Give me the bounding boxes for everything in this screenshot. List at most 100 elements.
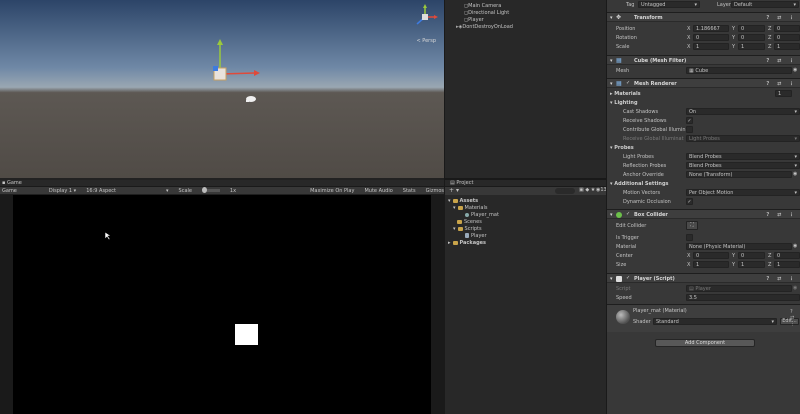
rotation-z-field[interactable]: 0 — [774, 34, 800, 41]
box-collider-header[interactable]: ▾ ✓ Box Collider ? ⇄ ⋮ — [607, 209, 800, 219]
enabled-checkbox[interactable]: ✓ — [626, 276, 631, 281]
expand-arrow-icon[interactable]: ▸ — [448, 240, 451, 246]
receive-gi-dropdown[interactable]: Light Probes ▾ — [686, 135, 800, 142]
scale-slider[interactable] — [201, 187, 220, 193]
component-controls[interactable]: ? ⇄ ⋮ — [766, 58, 797, 64]
light-icon[interactable] — [244, 94, 258, 104]
additional-settings-foldout[interactable]: ▾ Additional Settings — [610, 181, 669, 187]
materials-row[interactable]: ▸ Materials 1 — [607, 90, 800, 98]
transform-header[interactable]: ▾ ✥ Transform ? ⇄ ⋮ — [607, 12, 800, 22]
player-script-header[interactable]: ▾ ✓ Player (Script) ? ⇄ ⋮ — [607, 273, 800, 283]
foldout-arrow-icon[interactable]: ▾ — [610, 212, 613, 218]
component-controls[interactable]: ? ⇄ ⋮ — [766, 81, 797, 87]
edit-collider-button[interactable]: ⛶ — [686, 221, 698, 230]
shader-dropdown[interactable]: Standard ▾ — [653, 318, 777, 325]
maximize-on-play-toggle[interactable]: Maximize On Play — [310, 188, 354, 194]
component-controls[interactable]: ? ⇄ ⋮ — [766, 276, 797, 282]
speed-field[interactable]: 3.5 — [686, 294, 800, 301]
light-probes-dropdown[interactable]: Blend Probes ▾ — [686, 153, 800, 160]
center-z-field[interactable]: 0 — [774, 252, 800, 259]
size-x-field[interactable]: 1 — [693, 261, 729, 268]
enabled-checkbox[interactable]: ✓ — [626, 212, 631, 217]
anchor-override-field[interactable]: None (Transform) — [686, 171, 792, 178]
gizmos-dropdown[interactable]: Gizmos — [426, 188, 444, 194]
hierarchy-item-dontdestroyonload[interactable]: ▸ ◈ DontDestroyOnLoad — [445, 23, 605, 30]
materials-foldout[interactable]: ▸ Materials — [610, 91, 641, 97]
tree-item-scenes[interactable]: Scenes — [457, 218, 482, 225]
physic-material-field[interactable]: None (Physic Material) — [686, 243, 792, 250]
tab-project[interactable]: ▤ Project — [450, 180, 473, 186]
foldout-arrow-icon[interactable]: ▾ — [610, 276, 613, 282]
tree-item-materials[interactable]: ▾ Materials — [453, 204, 487, 211]
tab-game[interactable]: ▪ Game — [2, 180, 22, 186]
filter-icons[interactable]: ▣ ◆ ★ — [579, 187, 595, 193]
size-z-field[interactable]: 1 — [774, 261, 800, 268]
receive-shadows-checkbox[interactable]: ✓ — [686, 117, 693, 124]
lighting-foldout[interactable]: ▾ Lighting — [610, 100, 638, 106]
material-controls[interactable]: ? ⇄ ⋮ — [790, 309, 800, 327]
tree-item-scripts[interactable]: ▾ Scripts — [453, 225, 482, 232]
rotation-y-field[interactable]: 0 — [738, 34, 765, 41]
game-render-canvas[interactable] — [13, 195, 431, 414]
materials-count-field[interactable]: 1 — [775, 90, 792, 97]
position-x-field[interactable]: 1.186667 — [693, 25, 729, 32]
position-y-field[interactable]: 0 — [738, 25, 765, 32]
center-x-field[interactable]: 0 — [693, 252, 729, 259]
add-component-button[interactable]: Add Component — [655, 339, 755, 347]
display-mode-dropdown[interactable]: Game — [2, 188, 17, 194]
layer-dropdown[interactable]: Default ▾ — [731, 1, 799, 8]
contribute-gi-checkbox[interactable] — [686, 126, 693, 133]
probes-foldout[interactable]: ▾ Probes — [610, 145, 634, 151]
rotation-x-field[interactable]: 0 — [693, 34, 729, 41]
object-picker-icon[interactable]: ◉ — [793, 67, 797, 73]
mute-audio-toggle[interactable]: Mute Audio — [364, 188, 392, 194]
size-y-field[interactable]: 1 — [738, 261, 765, 268]
move-gizmo[interactable] — [205, 36, 265, 86]
tree-item-packages[interactable]: ▸ Packages — [448, 239, 486, 246]
foldout-arrow-icon[interactable]: ▾ — [610, 15, 613, 21]
display-dropdown[interactable]: Display 1 ▾ — [49, 188, 76, 194]
dynamic-occlusion-checkbox[interactable]: ✓ — [686, 198, 693, 205]
material-section[interactable]: Player_mat (Material) Shader Standard ▾ E… — [607, 304, 800, 332]
additional-settings-section[interactable]: ▾ Additional Settings — [607, 180, 800, 188]
reflection-probes-dropdown[interactable]: Blend Probes ▾ — [686, 162, 800, 169]
tree-item-player-mat[interactable]: Player_mat — [465, 211, 499, 218]
scale-slider-handle[interactable] — [201, 187, 207, 193]
foldout-arrow-icon[interactable]: ▾ — [610, 58, 613, 64]
foldout-arrow-icon[interactable]: ▾ — [610, 81, 613, 87]
hierarchy-item-player[interactable]: ◻ Player — [445, 16, 605, 23]
probes-section[interactable]: ▾ Probes — [607, 144, 800, 152]
expand-arrow-icon[interactable]: ▾ — [453, 226, 456, 232]
orientation-gizmo[interactable] — [412, 4, 438, 30]
stats-toggle[interactable]: Stats — [403, 188, 416, 194]
object-picker-icon[interactable]: ◉ — [793, 171, 797, 177]
tag-dropdown[interactable]: Untagged ▾ — [638, 1, 700, 8]
component-controls[interactable]: ? ⇄ ⋮ — [766, 212, 797, 218]
aspect-dropdown[interactable]: 16:9 Aspect ▾ — [86, 188, 168, 194]
project-search-input[interactable] — [555, 188, 575, 194]
mesh-filter-header[interactable]: ▾ ▦ Cube (Mesh Filter) ? ⇄ ⋮ — [607, 55, 800, 65]
tree-item-player-script[interactable]: Player — [465, 232, 487, 239]
is-trigger-checkbox[interactable] — [686, 234, 693, 241]
mesh-field[interactable]: ▦ Cube — [686, 67, 792, 74]
hierarchy-item-directional-light[interactable]: ◻ Directional Light — [445, 9, 605, 16]
component-controls[interactable]: ? ⇄ ⋮ — [766, 15, 797, 21]
lighting-section[interactable]: ▾ Lighting — [607, 99, 800, 107]
hierarchy-item-main-camera[interactable]: ◻ Main Camera — [445, 2, 605, 9]
expand-arrow-icon[interactable]: ▾ — [453, 205, 456, 211]
center-y-field[interactable]: 0 — [738, 252, 765, 259]
mesh-renderer-header[interactable]: ▾ ▦ ✓ Mesh Renderer ? ⇄ ⋮ — [607, 78, 800, 88]
motion-vectors-dropdown[interactable]: Per Object Motion ▾ — [686, 189, 800, 196]
scale-y-field[interactable]: 1 — [738, 43, 765, 50]
position-z-field[interactable]: 0 — [774, 25, 800, 32]
perspective-label[interactable]: < Persp — [416, 38, 436, 44]
scale-z-field[interactable]: 1 — [774, 43, 800, 50]
cast-shadows-dropdown[interactable]: On ▾ — [686, 108, 800, 115]
create-button[interactable]: + ▾ — [449, 187, 459, 194]
expand-arrow-icon[interactable]: ▾ — [448, 198, 451, 204]
tree-item-assets[interactable]: ▾ Assets — [448, 197, 478, 204]
object-picker-icon[interactable]: ◉ — [793, 243, 797, 249]
scale-x-field[interactable]: 1 — [693, 43, 729, 50]
enabled-checkbox[interactable]: ✓ — [626, 81, 631, 86]
scene-view[interactable]: < Persp — [0, 0, 444, 178]
